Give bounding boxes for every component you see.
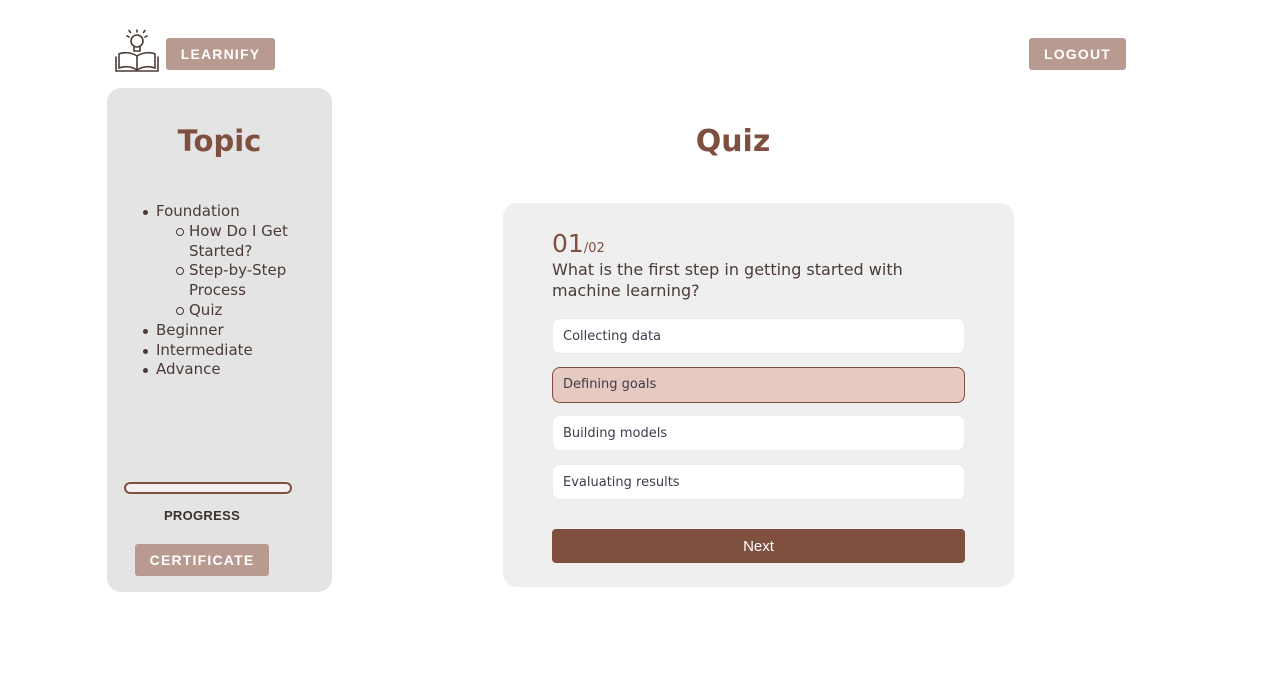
answer-option[interactable]: Collecting data: [552, 318, 965, 354]
topic-label: Beginner: [156, 320, 224, 339]
sidebar-title: Topic: [177, 124, 262, 158]
question-total: /02: [583, 241, 605, 256]
subtopic-label: How Do I Get Started?: [189, 221, 288, 260]
subtopic-item-get-started[interactable]: How Do I Get Started?: [176, 222, 323, 262]
answer-option[interactable]: Evaluating results: [552, 464, 965, 501]
answer-option[interactable]: Building models: [552, 415, 965, 452]
subtopic-list: How Do I Get Started? Step-by-Step Proce…: [176, 222, 323, 321]
subtopic-label: Step-by-Step Process: [189, 261, 287, 300]
progress-label: PROGRESS: [163, 508, 241, 523]
certificate-button[interactable]: CERTIFICATE: [135, 544, 269, 576]
question-number: 01: [552, 229, 584, 258]
question-counter: 01/02: [552, 229, 605, 258]
topic-label: Intermediate: [156, 340, 253, 359]
topic-item-advance[interactable]: Advance: [143, 360, 323, 380]
topic-item-foundation[interactable]: Foundation How Do I Get Started? Step-by…: [143, 202, 323, 321]
learnify-brand-button[interactable]: LEARNIFY: [166, 38, 275, 70]
next-button[interactable]: Next: [552, 529, 965, 563]
page-title: Quiz: [695, 124, 771, 159]
subtopic-item-step-by-step[interactable]: Step-by-Step Process: [176, 261, 323, 301]
subtopic-item-quiz[interactable]: Quiz: [176, 301, 323, 321]
subtopic-label: Quiz: [189, 300, 223, 319]
quiz-card: 01/02 What is the first step in getting …: [503, 203, 1014, 587]
answer-options: Collecting data Defining goals Building …: [552, 318, 965, 513]
topic-item-beginner[interactable]: Beginner: [143, 321, 323, 341]
topic-label: Foundation: [156, 202, 240, 220]
answer-option[interactable]: Defining goals: [552, 366, 965, 403]
topic-list: Foundation How Do I Get Started? Step-by…: [143, 202, 323, 380]
progress-bar: [124, 482, 292, 494]
question-text: What is the first step in getting starte…: [552, 260, 903, 300]
logout-button[interactable]: LOGOUT: [1029, 38, 1126, 70]
book-lightbulb-icon: [115, 29, 159, 72]
topic-sidebar: Topic Foundation How Do I Get Started? S…: [107, 88, 332, 592]
topic-label: Advance: [156, 360, 221, 379]
topic-item-intermediate[interactable]: Intermediate: [143, 341, 323, 361]
